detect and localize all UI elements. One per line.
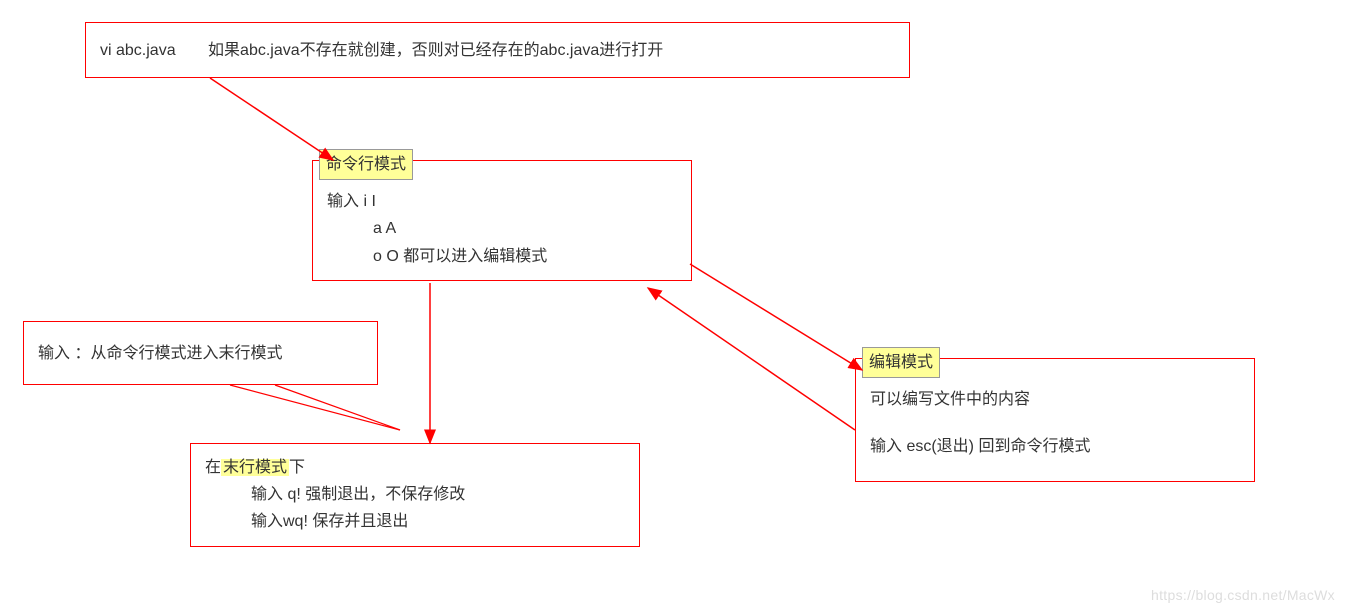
last-line-hl: 末行模式 [221, 459, 289, 476]
last-line-mode-box: 在末行模式下 输入 q! 强制退出，不保存修改 输入wq! 保存并且退出 [190, 443, 640, 547]
edit-mode-line2: 输入 esc(退出) 回到命令行模式 [870, 433, 1240, 460]
last-line-wq: 输入wq! 保存并且退出 [205, 508, 625, 535]
colon-note-text: 输入 ：从命令行模式进入末行模式 [38, 345, 282, 362]
last-line-suffix: 下 [289, 459, 305, 476]
vi-command-desc: 如果abc.java不存在就创建，否则对已经存在的abc.java进行打开 [208, 42, 663, 59]
edit-mode-title: 编辑模式 [862, 347, 940, 378]
cmd-mode-line3: o O 都可以进入编辑模式 [327, 243, 677, 270]
vi-command: vi abc.java [100, 42, 176, 59]
watermark: https://blog.csdn.net/MacWx [1151, 587, 1335, 603]
last-line-prefix: 在 [205, 459, 221, 476]
edit-mode-box: 编辑模式 可以编写文件中的内容 输入 esc(退出) 回到命令行模式 [855, 358, 1255, 482]
last-line-row1: 在末行模式下 [205, 454, 625, 481]
last-line-q: 输入 q! 强制退出，不保存修改 [205, 481, 625, 508]
cmd-mode-line2: a A [327, 215, 677, 242]
command-mode-box: 命令行模式 输入 i I a A o O 都可以进入编辑模式 [312, 160, 692, 281]
command-mode-title: 命令行模式 [319, 149, 413, 180]
edit-mode-line1: 可以编写文件中的内容 [870, 386, 1240, 413]
colon-note-box: 输入 ：从命令行模式进入末行模式 [23, 321, 378, 385]
top-command-box: vi abc.java 如果abc.java不存在就创建，否则对已经存在的abc… [85, 22, 910, 78]
cmd-mode-line1: 输入 i I [327, 188, 677, 215]
